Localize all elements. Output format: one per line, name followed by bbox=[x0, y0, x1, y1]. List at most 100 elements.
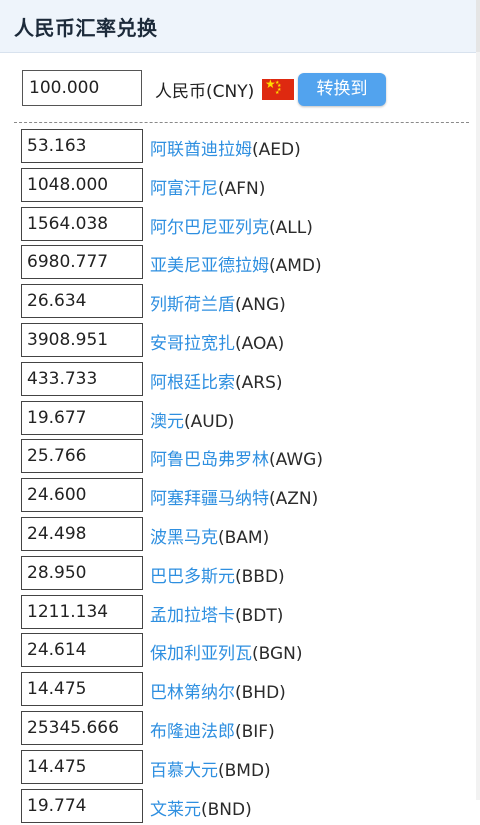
currency-name: 阿鲁巴岛弗罗林 bbox=[150, 450, 269, 471]
rate-row: 1211.134 孟加拉塔卡(BDT) bbox=[0, 593, 476, 632]
currency-name: 安哥拉宽扎 bbox=[150, 333, 235, 354]
currency-code: (AMD) bbox=[269, 256, 322, 277]
rate-row: 1564.038 阿尔巴尼亚列克(ALL) bbox=[0, 205, 476, 244]
currency-name: 巴林第纳尔 bbox=[150, 683, 235, 704]
currency-code: (AED) bbox=[252, 140, 301, 160]
rate-row: 24.600 阿塞拜疆马纳特(AZN) bbox=[0, 476, 476, 515]
currency-link[interactable]: 巴林第纳尔(BHD) bbox=[150, 678, 286, 703]
currency-link[interactable]: 阿富汗尼(AFN) bbox=[150, 174, 265, 199]
currency-name: 阿根廷比索 bbox=[150, 372, 235, 393]
currency-code: (AWG) bbox=[269, 450, 323, 471]
rate-row: 24.498 波黑马克(BAM) bbox=[0, 515, 476, 554]
currency-code: (BMD) bbox=[218, 760, 271, 781]
rate-row: 19.677 澳元(AUD) bbox=[0, 399, 476, 438]
rate-row: 6980.777 亚美尼亚德拉姆(AMD) bbox=[0, 243, 476, 282]
converted-value-field[interactable]: 14.475 bbox=[21, 672, 143, 707]
converted-value-field[interactable]: 433.733 bbox=[21, 361, 143, 396]
currency-link[interactable]: 布隆迪法郎(BIF) bbox=[150, 717, 275, 742]
currency-link[interactable]: 澳元(AUD) bbox=[150, 407, 234, 432]
currency-link[interactable]: 亚美尼亚德拉姆(AMD) bbox=[150, 251, 322, 276]
rate-row: 53.163 阿联酋迪拉姆(AED) bbox=[0, 127, 476, 166]
currency-link[interactable]: 安哥拉宽扎(AOA) bbox=[150, 329, 284, 354]
converted-value-field[interactable]: 1564.038 bbox=[21, 206, 143, 241]
converted-value-field[interactable]: 24.498 bbox=[21, 516, 143, 551]
currency-link[interactable]: 百慕大元(BMD) bbox=[150, 756, 271, 781]
currency-link[interactable]: 阿根廷比索(ARS) bbox=[150, 368, 283, 393]
currency-code: (ALL) bbox=[269, 217, 313, 238]
currency-name: 巴巴多斯元 bbox=[150, 566, 235, 587]
currency-name: 阿塞拜疆马纳特 bbox=[150, 489, 269, 510]
converted-value-field[interactable]: 53.163 bbox=[21, 129, 143, 163]
rate-list: 53.163 阿联酋迪拉姆(AED) 1048.000 阿富汗尼(AFN) 1564.0… bbox=[0, 127, 476, 825]
currency-code: (BGN) bbox=[252, 644, 303, 665]
rate-row: 14.475 巴林第纳尔(BHD) bbox=[0, 670, 476, 709]
currency-code: (BHD) bbox=[235, 683, 286, 704]
rate-row: 25.766 阿鲁巴岛弗罗林(AWG) bbox=[0, 437, 476, 476]
currency-name: 保加利亚列瓦 bbox=[150, 644, 252, 665]
converted-value-field[interactable]: 26.634 bbox=[21, 284, 143, 319]
currency-link[interactable]: 阿联酋迪拉姆(AED) bbox=[150, 135, 301, 160]
rate-row: 28.950 巴巴多斯元(BBD) bbox=[0, 554, 476, 593]
page-title: 人民币汇率兑换 bbox=[14, 16, 158, 40]
currency-link[interactable]: 阿塞拜疆马纳特(AZN) bbox=[150, 484, 318, 509]
rate-row: 14.475 百慕大元(BMD) bbox=[0, 748, 476, 787]
converted-value-field[interactable]: 25.766 bbox=[21, 439, 143, 474]
china-flag-icon: ★ ★ ★ ★ ★ bbox=[262, 79, 294, 100]
converted-value-field[interactable]: 1048.000 bbox=[21, 167, 143, 202]
rate-row: 26.634 列斯荷兰盾(ANG) bbox=[0, 282, 476, 321]
converted-value-field[interactable]: 14.475 bbox=[21, 749, 143, 784]
currency-link[interactable]: 列斯荷兰盾(ANG) bbox=[150, 290, 286, 315]
rate-row: 3908.951 安哥拉宽扎(AOA) bbox=[0, 321, 476, 360]
currency-link[interactable]: 阿尔巴尼亚列克(ALL) bbox=[150, 213, 313, 238]
currency-code: (BDT) bbox=[235, 605, 284, 626]
converted-value-field[interactable]: 24.614 bbox=[21, 633, 143, 668]
currency-code: (BIF) bbox=[235, 721, 275, 742]
currency-name: 列斯荷兰盾 bbox=[150, 295, 235, 316]
converted-value-field[interactable]: 19.774 bbox=[21, 788, 143, 823]
base-currency-label: 人民币(CNY) bbox=[155, 82, 255, 102]
currency-name: 孟加拉塔卡 bbox=[150, 605, 235, 626]
currency-link[interactable]: 波黑马克(BAM) bbox=[150, 523, 269, 548]
rate-row: 433.733 阿根廷比索(ARS) bbox=[0, 360, 476, 399]
currency-code: (AUD) bbox=[184, 411, 235, 432]
scrollbar-track[interactable] bbox=[476, 52, 480, 800]
currency-code: (AOA) bbox=[235, 333, 285, 354]
converted-value-field[interactable]: 24.600 bbox=[21, 478, 143, 513]
convert-button[interactable]: 转换到 bbox=[298, 73, 386, 106]
converted-value-field[interactable]: 6980.777 bbox=[21, 245, 143, 280]
currency-code: (AFN) bbox=[218, 178, 266, 199]
rate-row: 1048.000 阿富汗尼(AFN) bbox=[0, 166, 476, 205]
currency-code: (BBD) bbox=[235, 566, 285, 587]
converted-value-field[interactable]: 1211.134 bbox=[21, 594, 143, 629]
currency-name: 澳元 bbox=[150, 411, 184, 432]
currency-name: 阿联酋迪拉姆 bbox=[150, 140, 252, 160]
dashed-divider bbox=[14, 122, 469, 123]
currency-name: 阿富汗尼 bbox=[150, 178, 218, 199]
currency-name: 布隆迪法郎 bbox=[150, 721, 235, 742]
currency-code: (ARS) bbox=[235, 372, 283, 393]
currency-link[interactable]: 巴巴多斯元(BBD) bbox=[150, 562, 285, 587]
rate-row: 25345.666 布隆迪法郎(BIF) bbox=[0, 709, 476, 748]
currency-name: 亚美尼亚德拉姆 bbox=[150, 256, 269, 277]
currency-link[interactable]: 孟加拉塔卡(BDT) bbox=[150, 601, 283, 626]
rate-row: 19.774 文莱元(BND) bbox=[0, 787, 476, 825]
converted-value-field[interactable]: 25345.666 bbox=[21, 710, 143, 745]
currency-name: 百慕大元 bbox=[150, 760, 218, 781]
converter-row: 人民币(CNY) ★ ★ ★ ★ ★ 转换到 bbox=[22, 70, 462, 108]
currency-name: 波黑马克 bbox=[150, 527, 218, 548]
app-header: 人民币汇率兑换 bbox=[0, 0, 480, 53]
currency-code: (BND) bbox=[201, 799, 252, 820]
currency-code: (AZN) bbox=[269, 489, 319, 510]
currency-name: 文莱元 bbox=[150, 799, 201, 820]
currency-link[interactable]: 保加利亚列瓦(BGN) bbox=[150, 639, 303, 664]
converted-value-field[interactable]: 28.950 bbox=[21, 555, 143, 590]
currency-link[interactable]: 阿鲁巴岛弗罗林(AWG) bbox=[150, 445, 323, 470]
converted-value-field[interactable]: 3908.951 bbox=[21, 322, 143, 357]
amount-input[interactable] bbox=[22, 70, 142, 106]
currency-link[interactable]: 文莱元(BND) bbox=[150, 795, 252, 820]
converted-value-field[interactable]: 19.677 bbox=[21, 400, 143, 435]
currency-code: (BAM) bbox=[218, 527, 270, 548]
currency-name: 阿尔巴尼亚列克 bbox=[150, 217, 269, 238]
rate-row: 24.614 保加利亚列瓦(BGN) bbox=[0, 631, 476, 670]
currency-code: (ANG) bbox=[235, 295, 286, 316]
